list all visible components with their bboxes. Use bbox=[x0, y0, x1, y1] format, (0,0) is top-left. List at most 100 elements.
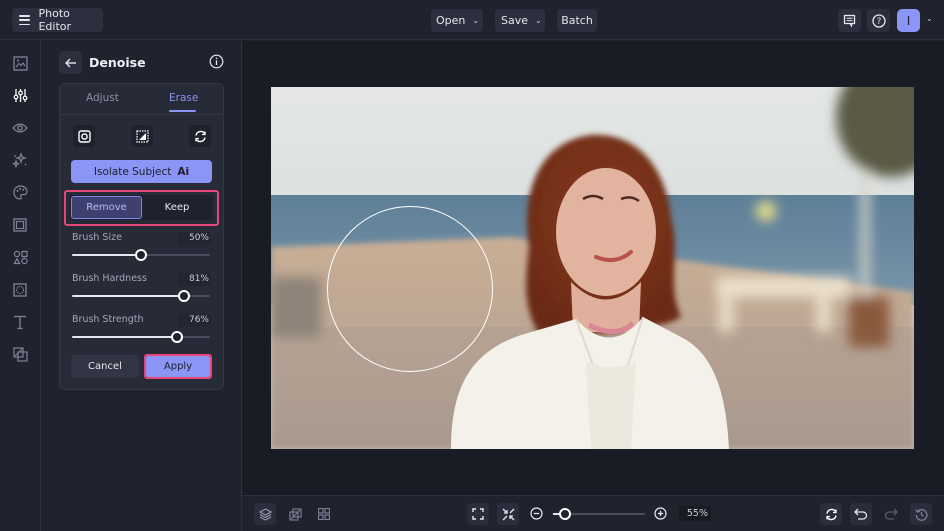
layers-button[interactable] bbox=[254, 503, 276, 525]
image-icon bbox=[12, 55, 28, 71]
open-button[interactable]: Open ⌄ bbox=[431, 9, 483, 32]
user-avatar[interactable]: I bbox=[897, 9, 920, 32]
avatar-initial: I bbox=[906, 13, 911, 28]
brush-hardness-slider[interactable] bbox=[72, 290, 210, 302]
brush-strength-slider[interactable] bbox=[72, 331, 210, 343]
brush-size-slider[interactable] bbox=[72, 249, 210, 261]
eye-icon bbox=[12, 123, 28, 133]
sidebar-item-graphics[interactable] bbox=[11, 248, 29, 266]
slider-thumb[interactable] bbox=[135, 249, 147, 261]
sidebar-item-image[interactable] bbox=[11, 54, 29, 72]
fit-screen-button[interactable] bbox=[467, 503, 489, 525]
slider-thumb[interactable] bbox=[177, 290, 190, 302]
slider-fill bbox=[72, 336, 177, 338]
info-icon bbox=[209, 54, 224, 69]
open-label: Open bbox=[436, 14, 466, 27]
sidebar-item-adjustments[interactable] bbox=[11, 86, 29, 104]
brush-mode-button[interactable] bbox=[73, 125, 95, 147]
slider-fill bbox=[72, 254, 141, 256]
slider-thumb[interactable] bbox=[170, 331, 183, 343]
keep-mode-button[interactable]: Keep bbox=[142, 196, 212, 219]
compare-button[interactable] bbox=[820, 503, 842, 525]
help-circle-icon: ? bbox=[871, 13, 886, 28]
slider-fill bbox=[72, 295, 184, 297]
palette-icon bbox=[12, 184, 28, 200]
sidebar-item-artsy[interactable] bbox=[11, 183, 29, 201]
sidebar-item-frames[interactable] bbox=[11, 216, 29, 234]
panel-title: Denoise bbox=[89, 55, 146, 70]
batch-label: Batch bbox=[561, 14, 593, 27]
frame-icon bbox=[13, 218, 27, 232]
help-button[interactable]: ? bbox=[867, 9, 890, 32]
overlay-icon bbox=[12, 346, 28, 362]
sliders-icon bbox=[13, 88, 27, 102]
chevron-down-icon: ⌄ bbox=[535, 16, 542, 25]
history-icon bbox=[914, 508, 927, 521]
invert-mask-button[interactable] bbox=[131, 125, 153, 147]
active-tab-indicator bbox=[169, 110, 196, 112]
sidebar-item-effects[interactable] bbox=[11, 119, 29, 137]
fit-screen-icon bbox=[472, 508, 484, 520]
ai-badge: Ai bbox=[177, 165, 190, 178]
save-button[interactable]: Save ⌄ bbox=[495, 9, 545, 32]
back-button[interactable] bbox=[59, 51, 82, 74]
zoom-in-icon bbox=[654, 507, 667, 520]
apply-button[interactable]: Apply bbox=[146, 356, 210, 377]
tab-erase[interactable]: Erase bbox=[169, 92, 198, 104]
main-menu-button[interactable]: Photo Editor bbox=[12, 7, 103, 33]
grid-icon bbox=[318, 508, 330, 520]
comment-icon bbox=[843, 14, 856, 27]
brush-size-value[interactable]: 50% bbox=[178, 232, 211, 245]
batch-button[interactable]: Batch bbox=[557, 9, 597, 32]
chevron-down-icon: ⌄ bbox=[472, 16, 480, 25]
undo-button[interactable] bbox=[850, 503, 872, 525]
zoom-out-button[interactable] bbox=[529, 506, 544, 521]
zoom-slider[interactable] bbox=[553, 508, 645, 520]
invert-mask-icon bbox=[135, 129, 149, 143]
tab-adjust[interactable]: Adjust bbox=[86, 92, 119, 104]
brush-hardness-value[interactable]: 81% bbox=[178, 273, 211, 286]
feedback-button[interactable] bbox=[838, 9, 861, 32]
sidebar-item-textures[interactable] bbox=[11, 281, 29, 299]
app-title: Photo Editor bbox=[38, 7, 72, 33]
zoom-in-button[interactable] bbox=[653, 506, 668, 521]
undo-icon bbox=[854, 508, 868, 520]
brush-strength-value[interactable]: 76% bbox=[178, 314, 211, 327]
reset-mask-button[interactable] bbox=[189, 125, 211, 147]
history-button[interactable] bbox=[910, 503, 932, 525]
chevron-down-icon[interactable]: ⌄ bbox=[926, 14, 933, 23]
remove-mode-button[interactable]: Remove bbox=[71, 196, 142, 219]
zoom-slider-thumb[interactable] bbox=[558, 508, 571, 520]
save-label: Save bbox=[501, 14, 529, 27]
brush-size-label: Brush Size bbox=[72, 232, 122, 243]
isolate-subject-label: Isolate Subject bbox=[93, 165, 172, 178]
texture-icon bbox=[13, 283, 27, 297]
actual-size-icon bbox=[502, 508, 514, 520]
brush-cursor bbox=[327, 206, 493, 372]
redo-button[interactable] bbox=[882, 505, 900, 523]
arrow-left-icon bbox=[64, 58, 76, 67]
zoom-out-icon bbox=[530, 507, 543, 520]
actual-size-button[interactable] bbox=[497, 503, 519, 525]
grid-button[interactable] bbox=[315, 505, 333, 523]
resize-icon bbox=[288, 507, 302, 521]
zoom-percentage[interactable]: 55% bbox=[679, 506, 711, 521]
isolate-subject-button[interactable]: Isolate Subject Ai bbox=[71, 160, 212, 183]
sidebar-item-touch-up[interactable] bbox=[11, 151, 29, 169]
brush-mode-icon bbox=[77, 129, 91, 143]
cancel-button[interactable]: Cancel bbox=[71, 355, 139, 378]
sparkles-icon bbox=[12, 152, 27, 168]
layers-icon bbox=[258, 507, 272, 521]
redo-icon bbox=[884, 508, 898, 520]
resize-button[interactable] bbox=[286, 505, 304, 523]
text-icon bbox=[14, 315, 26, 329]
compare-icon bbox=[825, 508, 837, 520]
svg-text:?: ? bbox=[876, 17, 881, 27]
reset-icon bbox=[194, 130, 206, 142]
brush-hardness-label: Brush Hardness bbox=[72, 273, 147, 284]
sidebar-item-overlays[interactable] bbox=[11, 345, 29, 363]
sidebar-item-text[interactable] bbox=[11, 313, 29, 331]
info-button[interactable] bbox=[209, 54, 224, 69]
tab-divider bbox=[60, 114, 223, 115]
brush-strength-label: Brush Strength bbox=[72, 314, 144, 325]
